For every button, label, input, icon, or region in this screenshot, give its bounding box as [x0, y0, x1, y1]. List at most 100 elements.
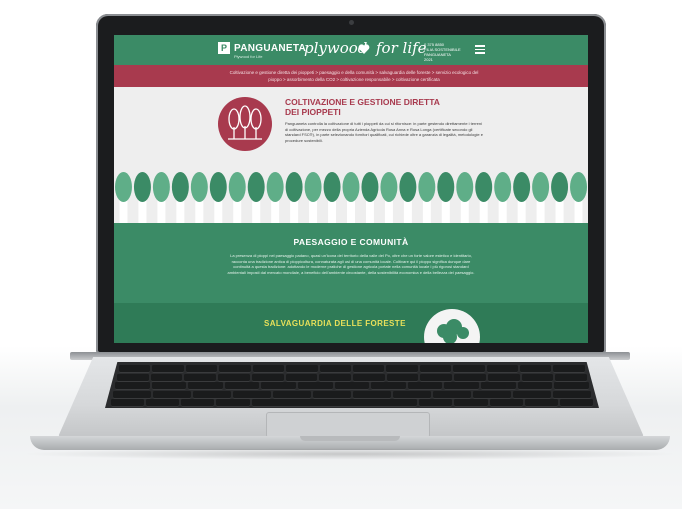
landscape-title: PAESAGGIO E COMUNITÀ	[293, 237, 409, 247]
laptop-lid: P PANGUANETA Plywood for Life plywood fo…	[96, 14, 606, 354]
tree-crown	[361, 172, 379, 202]
key	[181, 399, 215, 408]
key	[111, 399, 145, 408]
laptop-shadow	[20, 448, 680, 460]
key	[224, 382, 260, 391]
key	[184, 373, 217, 382]
tree-crown	[247, 172, 265, 202]
key	[219, 365, 251, 373]
keyboard-row	[115, 382, 589, 391]
key	[353, 373, 385, 382]
intro-title: COLTIVAZIONE E GESTIONE DIRETTA DEI PIOP…	[285, 97, 485, 117]
tree-crown	[115, 172, 132, 202]
logo-mark-icon: P	[218, 42, 230, 54]
forest-section: SALVAGUARDIA DELLE FORESTE	[114, 303, 588, 343]
key	[520, 365, 552, 373]
heart-icon	[358, 44, 370, 54]
intro-title-line1: COLTIVAZIONE E GESTIONE DIRETTA	[285, 97, 440, 107]
key	[188, 382, 223, 391]
key	[152, 365, 184, 373]
key	[319, 365, 351, 373]
camera-icon	[349, 20, 354, 25]
intro-title-line2: DEI PIOPPETI	[285, 107, 341, 117]
landscape-body: La presenza di pioppi nel paesaggio pada…	[227, 253, 475, 275]
key	[251, 373, 284, 382]
key	[151, 382, 187, 391]
key	[444, 382, 480, 391]
key	[559, 399, 593, 408]
forest-icon	[437, 319, 469, 343]
script-title-part2: for life	[376, 39, 427, 57]
key	[153, 390, 191, 399]
key	[218, 373, 250, 382]
tree-row-icon	[115, 172, 587, 223]
tree-crown	[228, 172, 246, 202]
tree-crown	[190, 172, 208, 202]
tree-crown	[418, 172, 436, 202]
tree-crown	[551, 172, 569, 202]
brand-name: PANGUANETA	[234, 42, 307, 54]
tree-crown	[399, 172, 417, 202]
key	[386, 365, 418, 373]
key	[419, 365, 452, 373]
brand-logo[interactable]: P PANGUANETA	[218, 42, 306, 54]
key	[117, 373, 149, 382]
key	[473, 390, 511, 399]
tree-crown	[304, 172, 322, 202]
breadcrumb-text[interactable]: Coltivazione e gestione diretta dei piop…	[224, 69, 484, 83]
key	[454, 399, 488, 408]
key	[481, 382, 516, 391]
key	[489, 399, 523, 408]
menu-icon[interactable]	[475, 45, 485, 55]
key	[486, 365, 519, 373]
trackpad	[266, 412, 430, 438]
keyboard-row	[111, 399, 593, 408]
key	[386, 373, 419, 382]
breadcrumb: Coltivazione e gestione diretta dei piop…	[114, 65, 588, 87]
key	[146, 399, 180, 408]
forest-title: SALVAGUARDIA DELLE FORESTE	[264, 319, 406, 328]
key	[273, 390, 311, 399]
key	[554, 382, 589, 391]
key	[298, 382, 333, 391]
key	[453, 365, 485, 373]
landscape-section: PAESAGGIO E COMUNITÀ La presenza di piop…	[114, 223, 588, 303]
key	[352, 365, 385, 373]
brand-tagline: Plywood for Life	[234, 54, 263, 59]
tree-crown	[513, 172, 531, 202]
laptop-screen: P PANGUANETA Plywood for Life plywood fo…	[114, 35, 588, 343]
tree-crown	[266, 172, 284, 202]
key	[407, 382, 443, 391]
forest-badge	[424, 309, 480, 343]
tree-crown	[342, 172, 360, 202]
key	[393, 390, 431, 399]
tree-crown	[380, 172, 398, 202]
key	[419, 399, 453, 408]
tree-crown	[456, 172, 474, 202]
tree-crown	[323, 172, 341, 202]
key	[216, 399, 250, 408]
intro-section: COLTIVAZIONE E GESTIONE DIRETTA DEI PIOP…	[114, 87, 588, 177]
lid-notch	[300, 436, 400, 441]
tree-crown	[152, 172, 170, 202]
key	[517, 382, 553, 391]
keyboard-row	[113, 390, 591, 399]
poplar-trees-badge	[218, 97, 272, 151]
key	[252, 365, 285, 373]
intro-body: Panguaneta controlla la coltivazione di …	[285, 121, 483, 143]
key	[521, 373, 554, 382]
key	[553, 365, 585, 373]
tree-crown	[133, 172, 151, 202]
key	[115, 382, 150, 391]
key	[286, 365, 318, 373]
key	[371, 382, 406, 391]
keyboard-row	[119, 365, 585, 373]
tree-crown	[285, 172, 303, 202]
key	[319, 373, 352, 382]
site-header: P PANGUANETA Plywood for Life plywood fo…	[114, 35, 588, 65]
key	[193, 390, 231, 399]
contact-line: 2021	[424, 57, 433, 62]
key	[334, 382, 370, 391]
keyboard-row	[117, 373, 588, 382]
key	[261, 382, 297, 391]
